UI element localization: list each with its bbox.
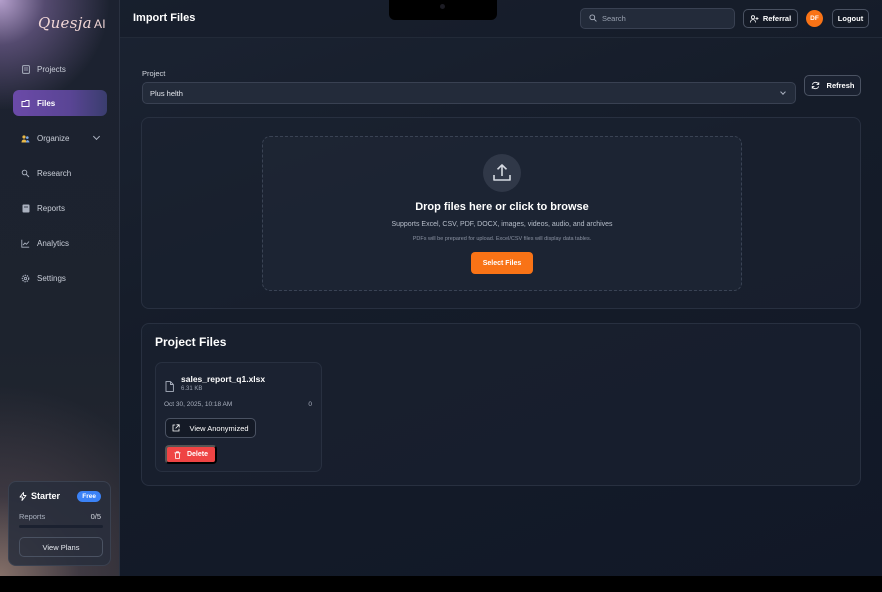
camera-notch (389, 0, 497, 20)
upload-icon (493, 164, 511, 181)
view-anonymized-label: View Anonymized (189, 423, 249, 433)
file-name[interactable]: sales_report_q1.xlsx (181, 374, 265, 384)
sidebar-item-files[interactable]: Files (13, 90, 107, 116)
sidebar-item-label: Organize (37, 133, 70, 143)
search-icon (589, 13, 597, 24)
delete-label: Delete (186, 451, 208, 458)
file-count: 0 (308, 401, 312, 408)
plan-name: Starter (31, 491, 61, 501)
document-icon (21, 64, 30, 74)
logout-button[interactable]: Logout (832, 9, 869, 28)
gear-icon (21, 274, 30, 283)
file-date: Oct 30, 2025, 10:18 AM (164, 401, 233, 408)
chevron-down-icon[interactable] (92, 132, 101, 141)
external-link-icon (173, 424, 181, 432)
project-files-title: Project Files (155, 335, 227, 349)
view-plans-button[interactable]: View Plans (19, 537, 103, 557)
sidebar-item-organize[interactable]: Organize (13, 125, 107, 151)
sidebar-item-label: Analytics (37, 238, 70, 248)
sidebar: Quesja AI Projects Files Organize Resear… (0, 0, 120, 576)
camera-icon (440, 4, 445, 9)
search-box[interactable] (580, 8, 735, 29)
chevron-down-icon (780, 89, 786, 95)
plan-card: Starter Free Reports 0/5 View Plans (8, 481, 111, 566)
chart-icon (21, 239, 30, 248)
sidebar-item-label: Projects (37, 64, 66, 74)
sidebar-item-label: Research (37, 168, 72, 178)
dropzone[interactable]: Drop files here or click to browse Suppo… (262, 136, 742, 291)
delete-button[interactable]: Delete (165, 445, 217, 464)
plan-badge: Free (77, 491, 101, 502)
lightning-icon (19, 491, 27, 501)
users-icon (21, 134, 30, 143)
files-icon (21, 99, 30, 108)
top-header: Import Files Referral DF Logout (120, 0, 882, 38)
project-select[interactable]: Plus helth (142, 82, 796, 104)
sidebar-item-label: Settings (37, 273, 66, 283)
sidebar-item-label: Files (37, 98, 56, 108)
add-user-icon (749, 14, 759, 23)
logo-brand: Quesja (38, 14, 92, 32)
sidebar-item-settings[interactable]: Settings (13, 265, 107, 291)
avatar[interactable]: DF (806, 10, 823, 27)
refresh-button[interactable]: Refresh (804, 75, 861, 96)
plan-usage-bar (19, 525, 103, 528)
page-title: Import Files (133, 12, 196, 24)
refresh-label: Refresh (826, 81, 855, 90)
select-files-button[interactable]: Select Files (471, 252, 533, 274)
reports-icon (21, 204, 30, 213)
dropzone-note: PDFs will be prepared for upload. Excel/… (412, 236, 592, 242)
dropzone-title: Drop files here or click to browse (415, 201, 589, 213)
sidebar-item-reports[interactable]: Reports (13, 195, 107, 221)
referral-label: Referral (762, 14, 792, 23)
logo-suffix: AI (93, 17, 106, 31)
research-icon (21, 169, 30, 178)
file-size: 6.31 KB (181, 386, 203, 392)
project-select-value: Plus helth (150, 88, 183, 98)
plan-title: Starter (19, 491, 60, 501)
logo[interactable]: Quesja AI (38, 14, 106, 32)
referral-button[interactable]: Referral (743, 9, 798, 28)
plan-usage-label: Reports (19, 512, 46, 521)
dropzone-subtitle: Supports Excel, CSV, PDF, DOCX, images, … (391, 221, 613, 228)
sidebar-item-label: Reports (37, 203, 66, 213)
refresh-icon (811, 81, 819, 90)
file-card: sales_report_q1.xlsx 6.31 KB Oct 30, 202… (155, 362, 322, 472)
plan-usage-value: 0/5 (90, 512, 101, 521)
trash-icon (174, 450, 181, 459)
view-anonymized-button[interactable]: View Anonymized (165, 418, 256, 438)
app-window: Quesja AI Projects Files Organize Resear… (0, 0, 882, 576)
sidebar-item-research[interactable]: Research (13, 160, 107, 186)
file-icon (165, 379, 174, 397)
search-input[interactable] (602, 14, 722, 23)
upload-icon-circle (483, 154, 521, 192)
sidebar-item-analytics[interactable]: Analytics (13, 230, 107, 256)
sidebar-item-projects[interactable]: Projects (13, 56, 107, 82)
project-label: Project (142, 69, 166, 78)
bottom-bezel (0, 576, 882, 592)
